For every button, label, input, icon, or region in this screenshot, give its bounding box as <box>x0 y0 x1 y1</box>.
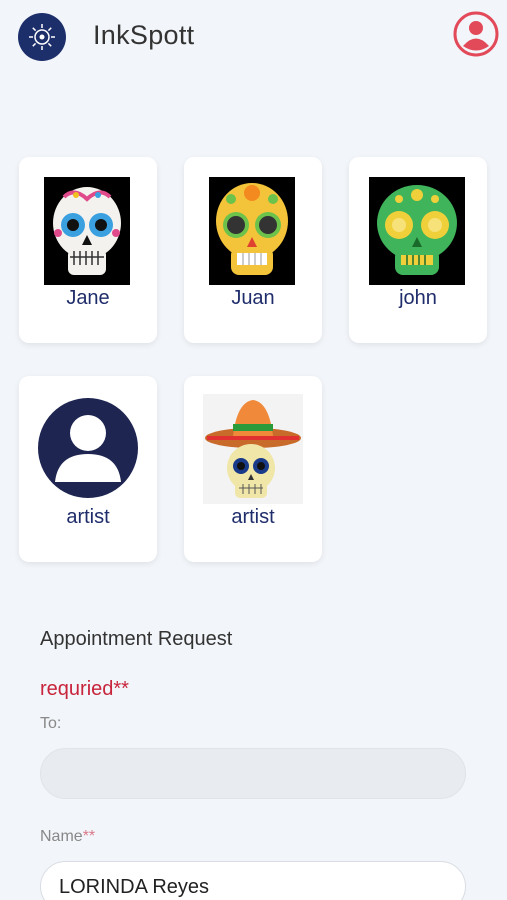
form-title: Appointment Request <box>40 628 233 650</box>
artist-name: Jane <box>66 287 110 309</box>
default-avatar-icon <box>38 396 138 502</box>
artist-name: Juan <box>231 287 275 309</box>
required-mark: ** <box>82 828 96 845</box>
artist-card-artist-1[interactable]: artist <box>19 376 157 562</box>
artist-card-artist-2[interactable]: artist <box>184 376 322 562</box>
sugar-skull-image <box>369 177 465 285</box>
sugar-skull-image <box>44 177 130 285</box>
user-profile-icon[interactable] <box>453 11 499 57</box>
sugar-skull-image <box>209 177 295 285</box>
artist-card-juan[interactable]: Juan <box>184 157 322 343</box>
name-label: Name** <box>40 828 95 846</box>
name-field[interactable]: LORINDA Reyes <box>40 861 466 900</box>
to-label: To: <box>40 715 62 732</box>
app-header: InkSpott <box>0 0 507 76</box>
to-field[interactable] <box>40 748 466 799</box>
compass-logo-icon[interactable] <box>18 13 66 61</box>
artist-card-jane[interactable]: Jane <box>19 157 157 343</box>
sombrero-skull-image <box>203 394 303 504</box>
artist-card-john[interactable]: john <box>349 157 487 343</box>
app-title: InkSpott <box>93 20 195 50</box>
required-note: requried** <box>40 678 129 700</box>
artist-name: artist <box>66 506 110 528</box>
artist-name: john <box>399 287 437 309</box>
artist-name: artist <box>231 506 275 528</box>
name-label-text: Name <box>40 828 83 845</box>
